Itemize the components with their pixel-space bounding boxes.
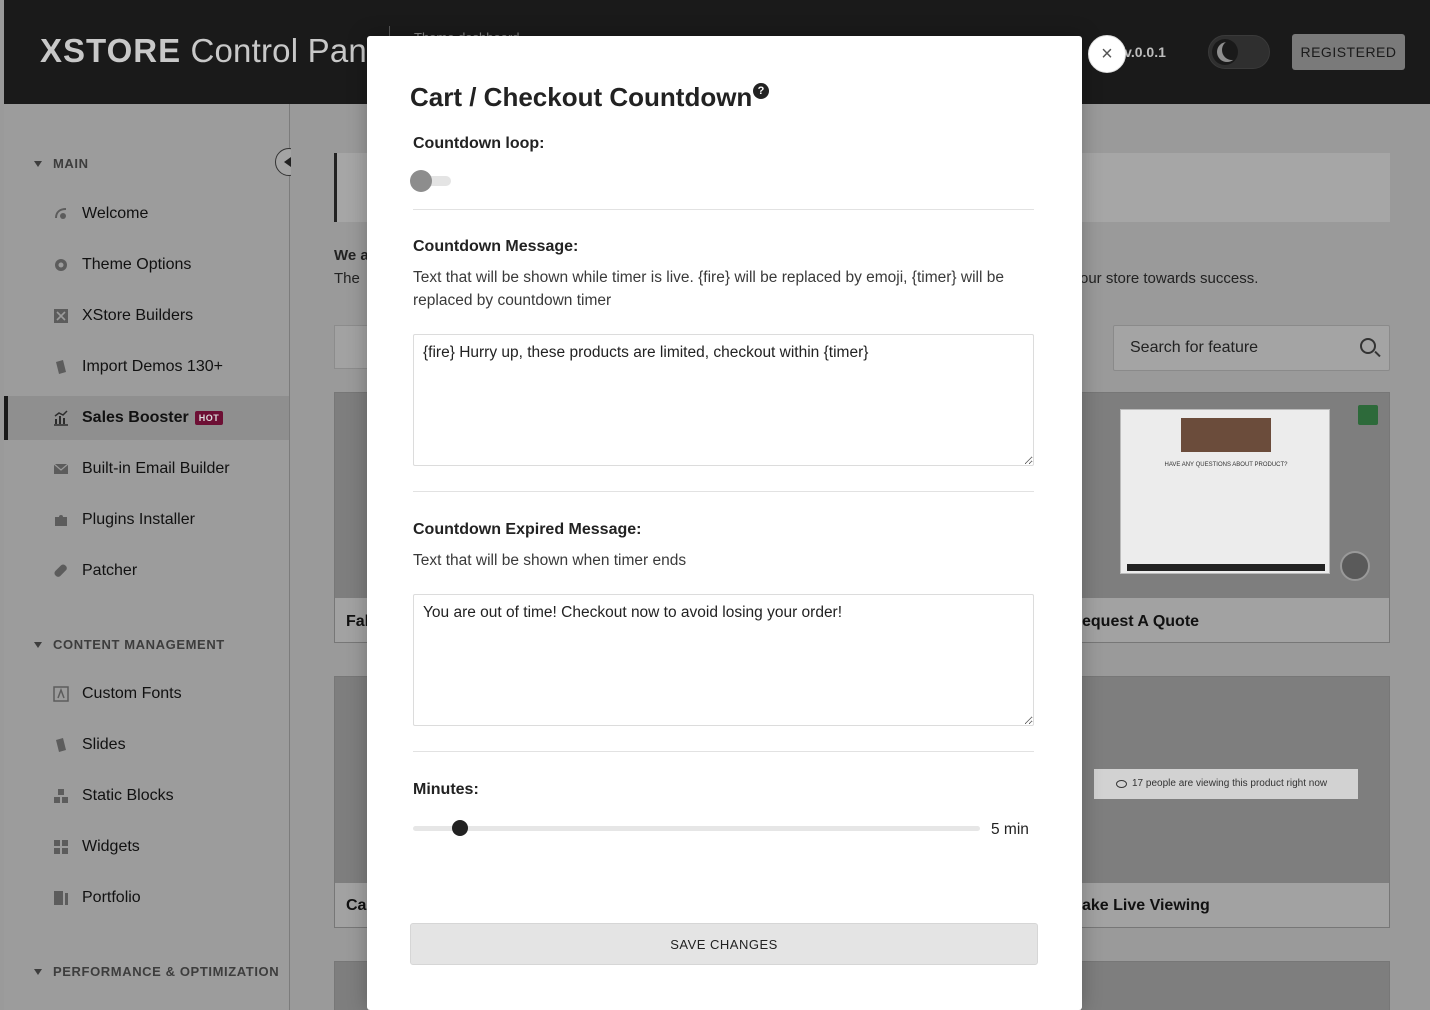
feature-search [1113, 325, 1390, 371]
quote-form-preview: HAVE ANY QUESTIONS ABOUT PRODUCT? [1120, 409, 1330, 574]
eye-icon [1116, 780, 1127, 788]
gear-icon [53, 257, 69, 273]
chevron-down-icon [34, 160, 42, 167]
intro-text-line2-end: our store towards success. [1080, 270, 1259, 287]
divider [413, 491, 1034, 492]
sidebar-item-welcome[interactable]: Welcome [4, 192, 289, 236]
loop-label: Countdown loop: [413, 135, 545, 152]
welcome-icon [53, 206, 69, 222]
hot-badge: HOT [194, 411, 224, 425]
question-icon [1340, 551, 1370, 581]
widgets-icon [53, 839, 69, 855]
xstore-icon [53, 308, 69, 324]
minutes-value: 5 min [991, 821, 1029, 838]
divider [413, 751, 1034, 752]
moon-icon [1222, 40, 1242, 60]
divider [413, 209, 1034, 210]
message-description: Text that will be shown while timer is l… [413, 269, 1004, 309]
import-icon [53, 359, 69, 375]
viewing-popup-preview: 17 people are viewing this product right… [1094, 769, 1358, 799]
minutes-slider[interactable] [413, 819, 980, 839]
chart-icon [53, 410, 69, 426]
product-image-preview [1181, 418, 1271, 452]
search-icon [1360, 338, 1376, 354]
countdown-message-textarea[interactable] [413, 334, 1034, 466]
sidebar-item-xstore-builders[interactable]: XStore Builders [4, 294, 289, 338]
sidebar-item-widgets[interactable]: Widgets [4, 825, 289, 869]
registered-button[interactable]: REGISTERED [1292, 34, 1405, 70]
search-input[interactable] [1114, 326, 1344, 370]
email-icon [53, 461, 69, 477]
intro-text: We a [334, 247, 369, 264]
font-icon [53, 686, 69, 702]
sidebar-item-plugins-installer[interactable]: Plugins Installer [4, 498, 289, 542]
sidebar-item-sales-booster[interactable]: Sales Booster HOT [4, 396, 289, 440]
check-icon [1358, 405, 1378, 425]
expired-description: Text that will be shown when timer ends [413, 552, 687, 569]
slider-track [413, 826, 980, 831]
sidebar: MAIN Welcome Theme Options XStore Builde… [4, 104, 290, 1010]
intro-text-line2: The [334, 270, 360, 287]
sidebar-item-theme-options[interactable]: Theme Options [4, 243, 289, 287]
patch-icon [53, 563, 69, 579]
expired-message-textarea[interactable] [413, 594, 1034, 726]
dark-mode-toggle[interactable] [1208, 35, 1270, 69]
slides-icon [53, 737, 69, 753]
expired-label: Countdown Expired Message: [413, 521, 642, 538]
message-label: Countdown Message: [413, 238, 579, 255]
portfolio-icon [53, 890, 69, 906]
submit-preview [1127, 564, 1325, 571]
minutes-label: Minutes: [413, 781, 479, 798]
card-thumbnail [1082, 962, 1389, 1010]
card-thumbnail: 17 people are viewing this product right… [1082, 677, 1389, 883]
sidebar-item-slides[interactable]: Slides [4, 723, 289, 767]
logo: XSTORE Control Panel [40, 32, 394, 69]
sidebar-item-import-demos[interactable]: Import Demos 130+ [4, 345, 289, 389]
sidebar-item-custom-fonts[interactable]: Custom Fonts [4, 672, 289, 716]
countdown-settings-modal: Cart / Checkout Countdown ? Countdown lo… [367, 36, 1082, 1010]
sidebar-section-content[interactable]: CONTENT MANAGEMENT [34, 637, 225, 652]
card-thumbnail: HAVE ANY QUESTIONS ABOUT PRODUCT? [1082, 393, 1389, 598]
save-changes-button[interactable]: SAVE CHANGES [410, 923, 1038, 965]
sidebar-item-patcher[interactable]: Patcher [4, 549, 289, 593]
slider-handle[interactable] [452, 820, 469, 836]
chevron-down-icon [34, 968, 42, 975]
toggle-knob [410, 170, 432, 192]
sidebar-item-email-builder[interactable]: Built-in Email Builder [4, 447, 289, 491]
sidebar-item-static-blocks[interactable]: Static Blocks [4, 774, 289, 818]
modal-title: Cart / Checkout Countdown [410, 82, 753, 112]
feature-card-request-quote[interactable]: HAVE ANY QUESTIONS ABOUT PRODUCT? equest… [1081, 392, 1390, 643]
sidebar-section-performance[interactable]: PERFORMANCE & OPTIMIZATION [34, 964, 279, 979]
blocks-icon [53, 788, 69, 804]
help-icon[interactable]: ? [753, 83, 769, 99]
feature-card-6[interactable] [1081, 961, 1390, 1010]
puzzle-icon [53, 512, 69, 528]
sidebar-item-portfolio[interactable]: Portfolio [4, 876, 289, 920]
sidebar-section-main[interactable]: MAIN [34, 156, 89, 171]
chevron-down-icon [34, 641, 42, 648]
countdown-loop-toggle[interactable] [410, 170, 452, 192]
feature-card-live-viewing[interactable]: 17 people are viewing this product right… [1081, 676, 1390, 928]
close-icon[interactable]: × [1088, 35, 1126, 73]
